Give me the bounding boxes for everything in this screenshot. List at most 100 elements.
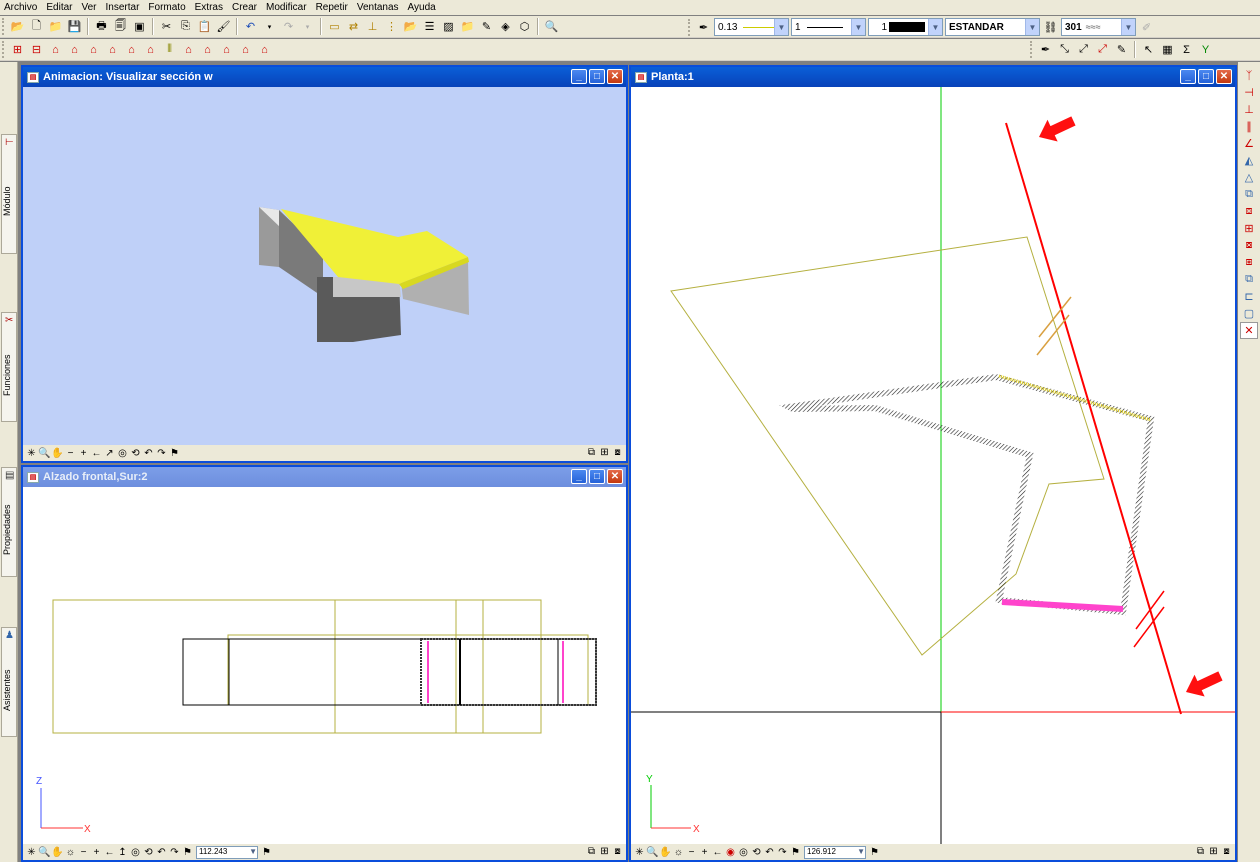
chevron-down-icon[interactable]: ▼ xyxy=(857,847,865,856)
animation-viewport[interactable] xyxy=(23,87,626,445)
zoom-icon[interactable]: 🔍 xyxy=(38,846,51,859)
layers-icon[interactable]: ☰ xyxy=(421,18,438,35)
offset-icon[interactable]: ⤢ xyxy=(1075,41,1092,58)
select-icon[interactable]: ↖ xyxy=(1140,41,1157,58)
close-icon[interactable]: ✕ xyxy=(607,469,623,484)
chevron-down-icon[interactable]: ▼ xyxy=(851,19,865,35)
style-combo[interactable]: ESTANDAR ▼ xyxy=(945,18,1040,36)
menu-ventanas[interactable]: Ventanas xyxy=(357,2,399,13)
format-painter-icon[interactable]: 🖌 xyxy=(215,18,232,35)
plan-window-titlebar[interactable]: ▤ Planta:1 _ □ ✕ xyxy=(631,67,1235,87)
layer-stack-icon[interactable]: ⧇ xyxy=(1240,237,1258,254)
link-icon[interactable]: ⛓ xyxy=(1042,19,1059,36)
sum-icon[interactable]: Σ xyxy=(1178,41,1195,58)
elevation-window-titlebar[interactable]: ▤ Alzado frontal,Sur:2 _ □ ✕ xyxy=(23,467,626,487)
chevron-down-icon[interactable]: ▼ xyxy=(774,19,788,35)
cursor-icon[interactable]: ↥ xyxy=(116,846,129,859)
toolbar-grip[interactable] xyxy=(688,18,691,36)
view-icon[interactable]: ◎ xyxy=(116,447,129,460)
record-icon[interactable]: ◉ xyxy=(724,846,737,859)
rotate-left-icon[interactable]: ↶ xyxy=(763,846,776,859)
frame-icon[interactable]: ▢ xyxy=(1240,305,1258,322)
rotate-right-icon[interactable]: ↷ xyxy=(155,447,168,460)
plus-icon[interactable]: + xyxy=(698,846,711,859)
toolbar-grip[interactable] xyxy=(1030,41,1033,58)
help-icon[interactable]: 🔍 xyxy=(543,18,560,35)
tab-modulo[interactable]: ⊢ Módulo xyxy=(1,134,17,254)
wall-tool-icon[interactable]: ᛉ xyxy=(1240,67,1258,84)
filter-icon[interactable]: Y xyxy=(1197,41,1214,58)
menu-repetir[interactable]: Repetir xyxy=(316,2,348,13)
maximize-icon[interactable]: □ xyxy=(589,469,605,484)
hatch-combo[interactable]: 301 ≈≈≈ ▼ xyxy=(1061,18,1136,36)
linetype-combo[interactable]: 1 ▼ xyxy=(791,18,866,36)
door-icon[interactable]: ⌂ xyxy=(47,41,64,58)
tab-asistentes[interactable]: ♟ Asistentes xyxy=(1,627,17,737)
layout-1-icon[interactable]: ⧉ xyxy=(585,845,598,858)
undo-icon[interactable]: ↶ xyxy=(242,18,259,35)
align-stack-icon[interactable]: ⊏ xyxy=(1240,288,1258,305)
paste-icon[interactable]: 📋 xyxy=(196,18,213,35)
lineweight-combo[interactable]: 0.13 ▼ xyxy=(714,18,789,36)
chevron-down-icon[interactable]: ▼ xyxy=(928,19,942,35)
niche-icon[interactable]: ⌂ xyxy=(85,41,102,58)
minimize-icon[interactable]: _ xyxy=(1180,69,1196,84)
window-icon[interactable]: ⌂ xyxy=(66,41,83,58)
layout-3-icon[interactable]: ⧇ xyxy=(1220,845,1233,858)
menu-editar[interactable]: Editar xyxy=(46,2,72,13)
dup-stack-icon[interactable]: ⧉ xyxy=(1240,271,1258,288)
refresh-icon[interactable]: ⟲ xyxy=(750,846,763,859)
flag-icon[interactable]: ⚑ xyxy=(168,447,181,460)
image-icon[interactable]: ▨ xyxy=(440,18,457,35)
rotate-left-icon[interactable]: ↶ xyxy=(155,846,168,859)
sun-icon[interactable]: ☼ xyxy=(64,846,77,859)
angle-wall-icon[interactable]: ∠ xyxy=(1240,135,1258,152)
snap-icon[interactable]: ✳ xyxy=(25,846,38,859)
redo-dropdown-icon[interactable]: ▾ xyxy=(299,18,316,35)
menu-insertar[interactable]: Insertar xyxy=(106,2,140,13)
close-icon[interactable]: ✕ xyxy=(607,69,623,84)
pen-icon[interactable]: ✐ xyxy=(1138,19,1155,36)
plus-icon[interactable]: + xyxy=(90,846,103,859)
layer-open-icon[interactable]: 📂 xyxy=(402,18,419,35)
flag-icon[interactable]: ⚑ xyxy=(868,846,881,859)
arrow-left-icon[interactable]: ← xyxy=(90,447,103,460)
wall-icon[interactable]: ⊞ xyxy=(9,41,26,58)
menu-ayuda[interactable]: Ayuda xyxy=(408,2,436,13)
arrow-left-icon[interactable]: ← xyxy=(103,846,116,859)
pan-icon[interactable]: ✋ xyxy=(51,846,64,859)
toolbar-grip[interactable] xyxy=(2,41,5,58)
pan-icon[interactable]: ✋ xyxy=(51,447,64,460)
zoom-icon[interactable]: 🔍 xyxy=(38,447,51,460)
triangle-icon[interactable]: △ xyxy=(1240,169,1258,186)
roof-icon[interactable]: ⌂ xyxy=(199,41,216,58)
menu-ver[interactable]: Ver xyxy=(81,2,96,13)
flag-icon[interactable]: ⚑ xyxy=(789,846,802,859)
dimension-icon[interactable]: ⊥ xyxy=(364,18,381,35)
plus-icon[interactable]: + xyxy=(77,447,90,460)
eyedropper-icon[interactable]: ✒ xyxy=(1037,41,1054,58)
column-icon[interactable]: ⌂ xyxy=(142,41,159,58)
edit-brush-icon[interactable]: ✎ xyxy=(478,18,495,35)
wall-opening-icon[interactable]: ⊟ xyxy=(28,41,45,58)
calculator-icon[interactable]: ▦ xyxy=(1159,41,1176,58)
copy-icon[interactable]: ⎘ xyxy=(177,18,194,35)
box-3d-icon[interactable]: ⬡ xyxy=(516,18,533,35)
minus-icon[interactable]: − xyxy=(64,447,77,460)
refresh-icon[interactable]: ⟲ xyxy=(142,846,155,859)
menu-formato[interactable]: Formato xyxy=(148,2,185,13)
arch-icon[interactable]: ⌂ xyxy=(123,41,140,58)
flag-icon[interactable]: ⚑ xyxy=(181,846,194,859)
menu-crear[interactable]: Crear xyxy=(232,2,257,13)
refresh-icon[interactable]: ⟲ xyxy=(129,447,142,460)
view-icon[interactable]: ◎ xyxy=(737,846,750,859)
more-options-icon[interactable]: ⋮ xyxy=(383,18,400,35)
stack-icon[interactable]: ⊞ xyxy=(1240,220,1258,237)
zoom-field[interactable]: 112.243 ▼ xyxy=(196,845,258,859)
edit-object-icon[interactable]: ✎ xyxy=(1113,41,1130,58)
minus-icon[interactable]: − xyxy=(77,846,90,859)
move-stack-icon[interactable]: ⧆ xyxy=(1240,254,1258,271)
new-file-icon[interactable]: 🗋 xyxy=(28,18,45,35)
cursor-icon[interactable]: ↗ xyxy=(103,447,116,460)
sun-icon[interactable]: ☼ xyxy=(672,846,685,859)
